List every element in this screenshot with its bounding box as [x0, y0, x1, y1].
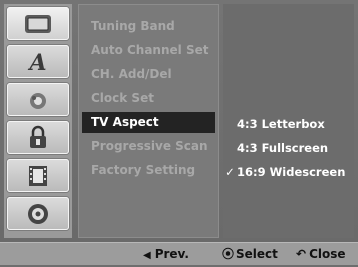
option-4-3-fullscreen[interactable]: 4:3 Fullscreen [223, 138, 354, 159]
option-label: 4:3 Fullscreen [237, 141, 329, 155]
menu-item-tv-aspect[interactable]: TV Aspect [82, 112, 215, 133]
audio-speaker-icon[interactable] [7, 83, 69, 116]
menu-item-auto-channel-set[interactable]: Auto Channel Set [82, 40, 215, 61]
close-label: Close [309, 247, 346, 261]
category-sidebar: A [4, 4, 72, 238]
menu-item-tuning-band[interactable]: Tuning Band [82, 16, 215, 37]
language-letter-icon[interactable]: A [7, 45, 69, 78]
select-button-icon: ⦿ [222, 247, 235, 261]
aspect-options-panel: 4:3 Letterbox 4:3 Fullscreen ✓ 16:9 Wides… [223, 4, 354, 238]
select-hint: ⦿ Select [222, 243, 278, 266]
return-arrow-icon: ↶ [296, 247, 307, 261]
option-label: 4:3 Letterbox [237, 117, 325, 131]
close-hint: ↶ Close [296, 243, 346, 266]
select-label: Select [236, 247, 278, 261]
settings-menu-list: Tuning Band Auto Channel Set CH. Add/Del… [78, 4, 219, 238]
lock-icon[interactable] [7, 121, 69, 154]
menu-item-progressive-scan[interactable]: Progressive Scan [82, 136, 215, 157]
option-16-9-widescreen[interactable]: ✓ 16:9 Widescreen [223, 162, 354, 183]
menu-item-clock-set[interactable]: Clock Set [82, 88, 215, 109]
tv-screen-icon[interactable] [7, 7, 69, 40]
setup-menu-frame: A Tuning Band Auto Channel Set CH. Add/D… [0, 0, 358, 242]
navigation-hint-bar: ◀ Prev. ⦿ Select ↶ Close [0, 242, 358, 265]
menu-item-ch-add-del[interactable]: CH. Add/Del [82, 64, 215, 85]
disc-icon[interactable] [7, 197, 69, 230]
check-icon: ✓ [225, 165, 235, 179]
left-arrow-icon: ◀ [143, 250, 151, 261]
menu-item-factory-setting[interactable]: Factory Setting [82, 160, 215, 181]
option-label: 16:9 Widescreen [237, 165, 346, 179]
prev-label: Prev. [154, 247, 189, 261]
prev-hint: ◀ Prev. [143, 243, 189, 266]
option-4-3-letterbox[interactable]: 4:3 Letterbox [223, 114, 354, 135]
svg-text:A: A [27, 50, 46, 75]
film-strip-icon[interactable] [7, 159, 69, 192]
